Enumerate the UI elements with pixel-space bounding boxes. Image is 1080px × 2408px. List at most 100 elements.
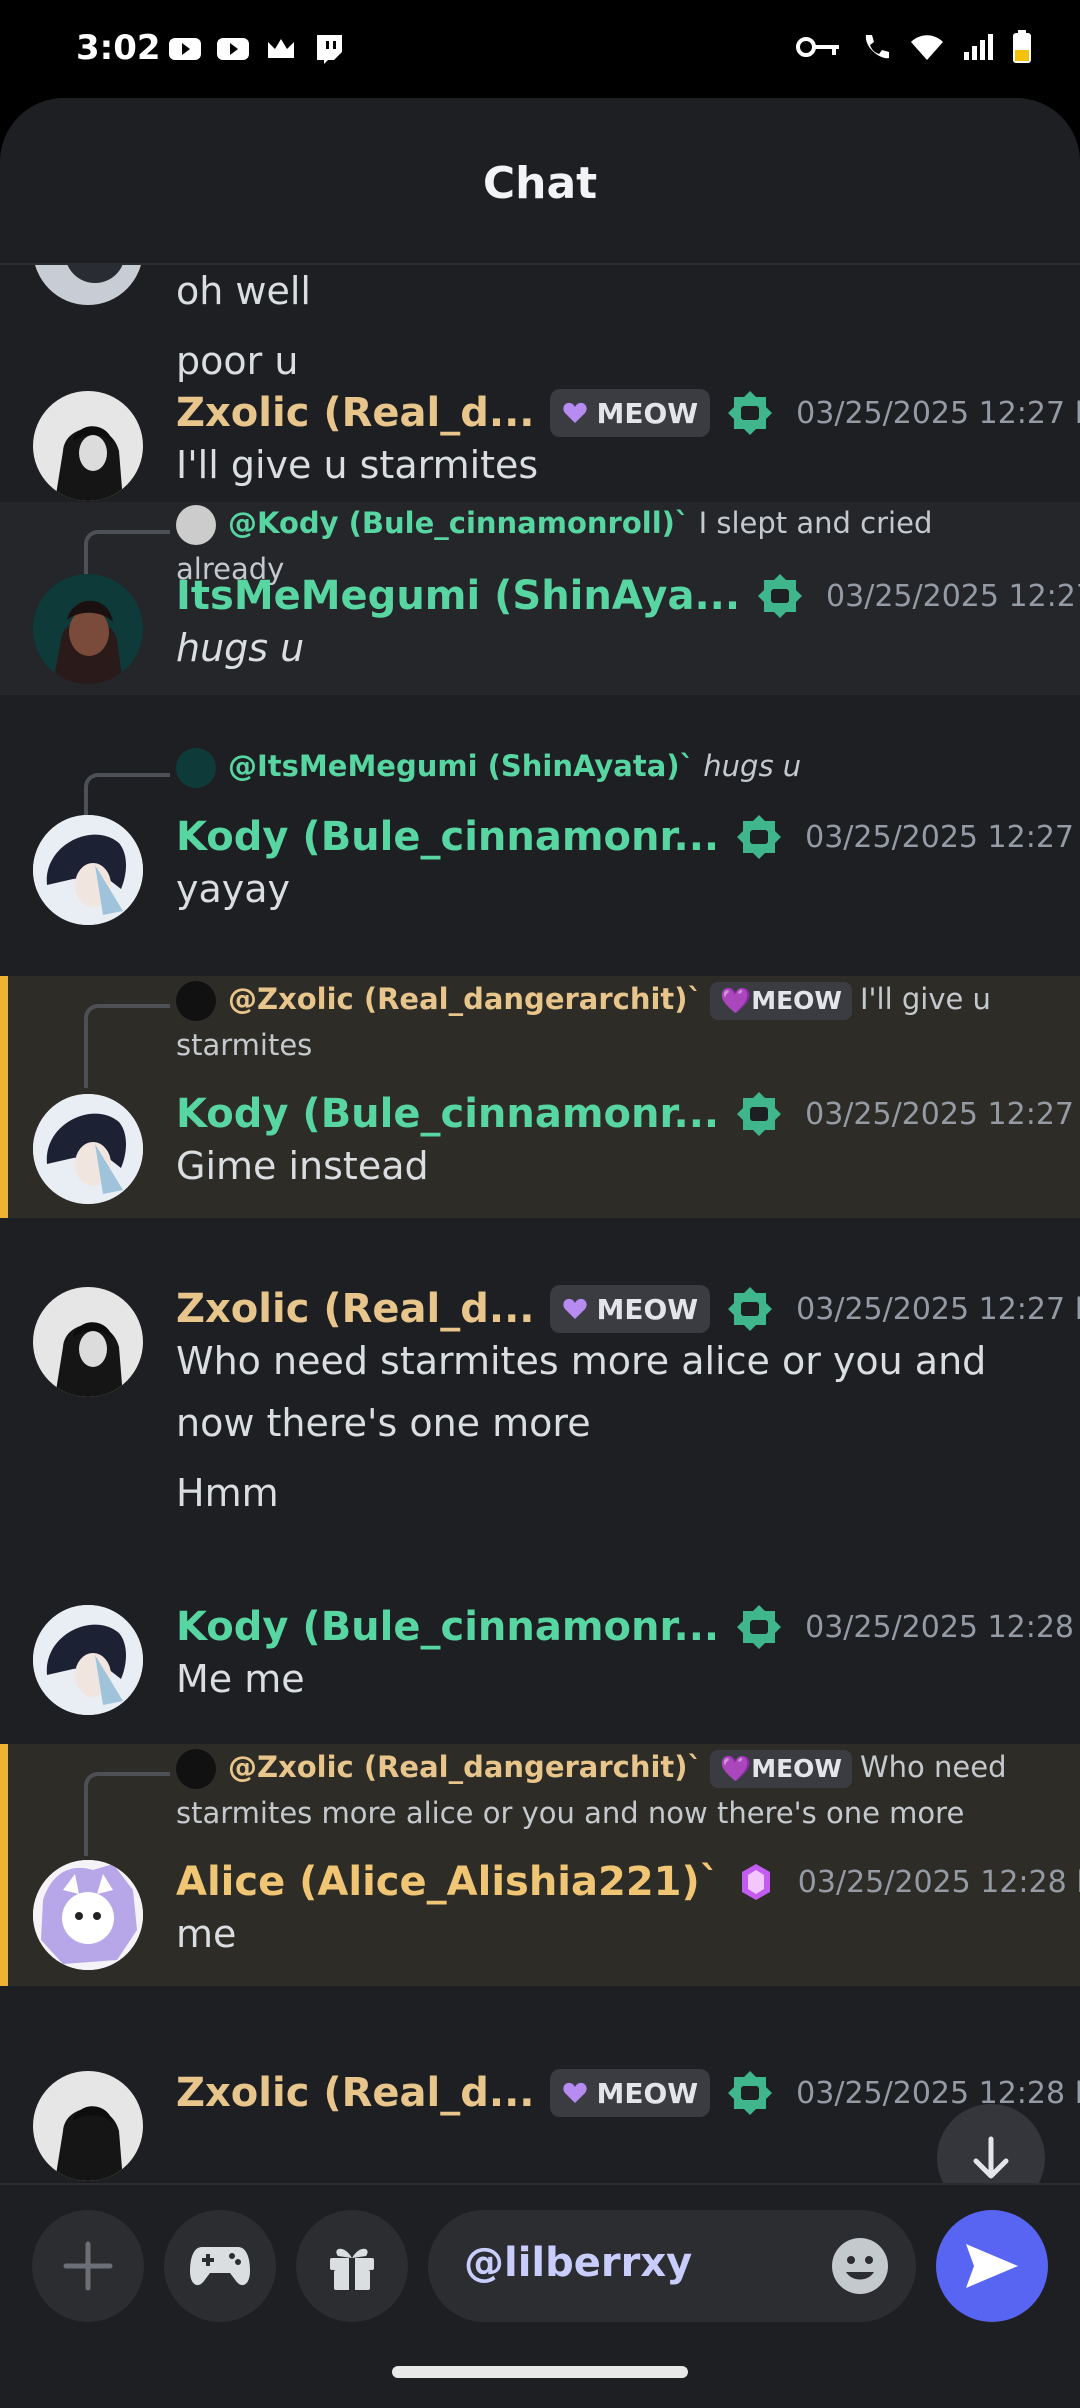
username[interactable]: Kody (Bule_cinnamonr... <box>176 1604 719 1650</box>
username[interactable]: Kody (Bule_cinnamonr... <box>176 1091 719 1137</box>
message-text[interactable]: Me me <box>176 1657 305 1701</box>
reply-text: hugs u <box>703 749 802 783</box>
message-input-value[interactable]: @lilberrxy <box>464 2240 692 2286</box>
message-group-mention: @Zxolic (Real_dangerarchit)` 💜MEOW Who nee… <box>0 1744 1080 1986</box>
guild-tag: 💜MEOW <box>710 982 852 1020</box>
message-group: Zxolic (Real_d... MEOW 03/25/2025 12:27 … <box>0 1265 1080 1535</box>
guild-tag: 💜MEOW <box>710 1750 852 1788</box>
timestamp: 03/25/2025 12:27 PM <box>796 1291 1080 1327</box>
send-icon <box>966 2244 1018 2288</box>
message-text[interactable]: Hmm <box>176 1471 279 1515</box>
message-header: Zxolic (Real_d... MEOW 03/25/2025 12:27 … <box>176 385 1080 441</box>
add-attachment-button[interactable] <box>32 2210 144 2322</box>
timestamp: 03/25/2025 12:28 PM <box>797 1864 1080 1900</box>
avatar[interactable] <box>33 1287 143 1397</box>
guild-tag-label: MEOW <box>596 2076 699 2110</box>
message-text[interactable]: Who need starmites more alice or you and <box>176 1339 986 1383</box>
message-group: Zxolic (Real_d... MEOW 03/25/2025 12:27 … <box>0 385 1080 505</box>
reply-username: @Zxolic (Real_dangerarchit)` <box>228 1750 703 1784</box>
reply-avatar <box>176 1749 216 1789</box>
reply-avatar <box>176 505 216 545</box>
nitro-badge-icon[interactable] <box>735 813 783 861</box>
guild-tag-label: MEOW <box>596 1292 699 1326</box>
twitch-icon <box>317 35 342 64</box>
message-header: Kody (Bule_cinnamonr... 03/25/2025 12:28… <box>176 1599 1080 1655</box>
message-input[interactable]: @lilberrxy <box>428 2210 916 2322</box>
message-list[interactable]: oh well poor u Zxolic (Real_d... MEOW 03… <box>0 265 1080 2183</box>
notification-icons <box>168 32 346 66</box>
message-group: Zxolic (Real_d... MEOW 03/25/2025 12:28 … <box>0 2065 1080 2183</box>
reply-username: @Kody (Bule_cinnamonroll)` <box>228 506 690 540</box>
nitro-badge-icon[interactable] <box>735 1603 783 1651</box>
username[interactable]: Zxolic (Real_d... <box>176 2070 534 2116</box>
avatar[interactable] <box>33 391 143 501</box>
reply-preview[interactable]: @Zxolic (Real_dangerarchit)` 💜MEOW Who nee… <box>176 1744 1036 1836</box>
reply-username: @ItsMeMegumi (ShinAyata)` <box>228 749 695 783</box>
plus-icon <box>63 2241 113 2291</box>
message-text[interactable]: hugs u <box>176 626 304 670</box>
gamepad-icon <box>190 2247 250 2286</box>
chat-header: Chat <box>0 98 1080 265</box>
message-text[interactable]: Gime instead <box>176 1144 429 1188</box>
guild-tag[interactable]: MEOW <box>550 2069 711 2117</box>
youtube-icon <box>217 38 249 60</box>
avatar[interactable] <box>33 815 143 925</box>
emoji-icon[interactable] <box>830 2236 890 2296</box>
timestamp: 03/25/2025 12:27 PM <box>826 578 1080 614</box>
gem-icon[interactable] <box>736 1860 776 1904</box>
timestamp: 03/25/2025 12:28 PM <box>796 2075 1080 2111</box>
username[interactable]: Zxolic (Real_d... <box>176 1286 534 1332</box>
wifi-icon <box>911 35 943 60</box>
home-indicator[interactable] <box>392 2366 688 2378</box>
gift-icon <box>330 2248 374 2290</box>
timestamp: 03/25/2025 12:27 PM <box>805 819 1080 855</box>
avatar[interactable] <box>33 574 143 684</box>
avatar[interactable] <box>33 265 143 305</box>
timestamp: 03/25/2025 12:27 PM <box>796 395 1080 431</box>
crown-icon <box>268 39 294 58</box>
avatar[interactable] <box>33 1094 143 1204</box>
message-group-mention: @Zxolic (Real_dangerarchit)` 💜MEOW I'll gi… <box>0 976 1080 1218</box>
guild-tag-label: MEOW <box>596 396 699 430</box>
reply-spine <box>84 530 170 574</box>
message-text[interactable]: yayay <box>176 867 290 911</box>
username[interactable]: ItsMeMegumi (ShinAya... <box>176 573 740 619</box>
message-header: Kody (Bule_cinnamonr... 03/25/2025 12:27… <box>176 809 1080 865</box>
nitro-badge-icon[interactable] <box>756 572 804 620</box>
heart-icon <box>563 2082 588 2103</box>
reply-avatar <box>176 981 216 1021</box>
reply-username: @Zxolic (Real_dangerarchit)` <box>228 982 703 1016</box>
message-header: Zxolic (Real_d... MEOW 03/25/2025 12:27 … <box>176 1281 1080 1337</box>
message-text[interactable]: me <box>176 1912 236 1956</box>
username[interactable]: Alice (Alice_Alishia221)` <box>176 1859 720 1905</box>
reply-spine <box>84 773 170 817</box>
avatar[interactable] <box>33 1860 143 1970</box>
status-time: 3:02 <box>76 28 161 68</box>
avatar[interactable] <box>33 2071 143 2181</box>
reply-preview[interactable]: @ItsMeMegumi (ShinAyata)` hugs u <box>176 743 1036 789</box>
message-text[interactable]: oh well <box>176 269 311 313</box>
message-text[interactable]: poor u <box>176 339 298 383</box>
nitro-badge-icon[interactable] <box>726 1285 774 1333</box>
message-text[interactable]: I'll give u starmites <box>176 443 538 487</box>
avatar[interactable] <box>33 1605 143 1715</box>
gift-button[interactable] <box>296 2210 408 2322</box>
battery-icon <box>1013 30 1031 63</box>
signal-icon <box>964 34 993 60</box>
username[interactable]: Zxolic (Real_d... <box>176 390 534 436</box>
guild-tag-label: MEOW <box>751 1754 842 1783</box>
message-group: @Kody (Bule_cinnamonroll)` I slept and c… <box>0 502 1080 695</box>
system-icons <box>796 30 1032 64</box>
message-header: ItsMeMegumi (ShinAya... 03/25/2025 12:27… <box>176 568 1080 624</box>
nitro-badge-icon[interactable] <box>735 1090 783 1138</box>
nitro-badge-icon[interactable] <box>726 389 774 437</box>
send-button[interactable] <box>936 2210 1048 2322</box>
activities-button[interactable] <box>164 2210 276 2322</box>
message-text[interactable]: now there's one more <box>176 1401 591 1445</box>
nitro-badge-icon[interactable] <box>726 2069 774 2117</box>
reply-preview[interactable]: @Zxolic (Real_dangerarchit)` 💜MEOW I'll gi… <box>176 976 1036 1068</box>
username[interactable]: Kody (Bule_cinnamonr... <box>176 814 719 860</box>
guild-tag[interactable]: MEOW <box>550 389 711 437</box>
message-header: Zxolic (Real_d... MEOW 03/25/2025 12:28 … <box>176 2065 1080 2121</box>
guild-tag[interactable]: MEOW <box>550 1285 711 1333</box>
